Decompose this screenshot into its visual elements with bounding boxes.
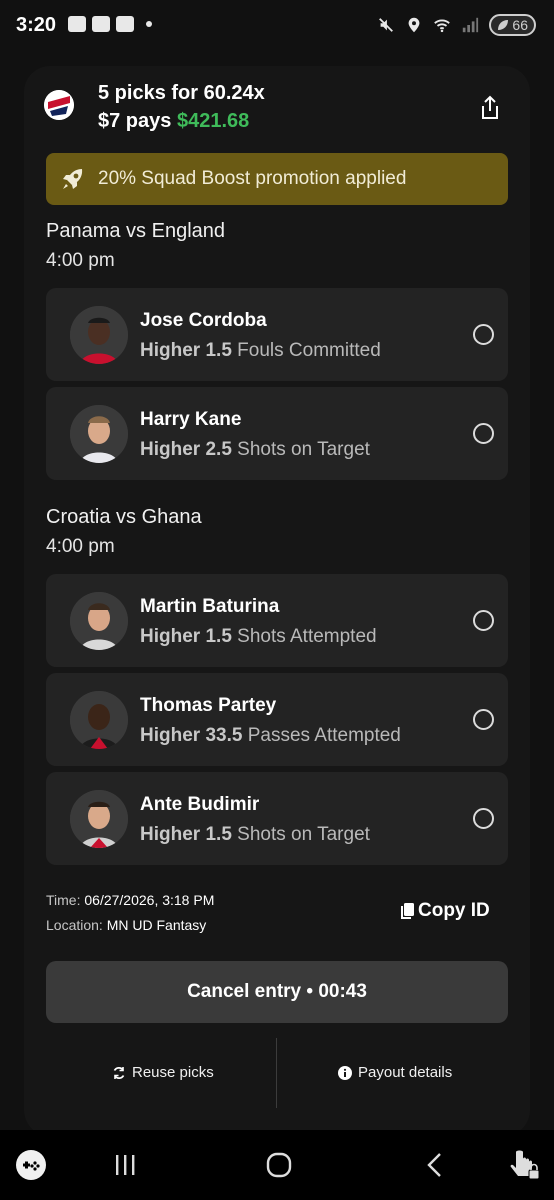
payout-prefix: $7 pays (98, 110, 172, 132)
pick-direction: Higher (140, 725, 201, 746)
player-name: Thomas Partey (140, 695, 277, 716)
status-time: 3:20 (16, 14, 57, 36)
entry-title: 5 picks for 60.24x (98, 82, 265, 104)
player-name: Jose Cordoba (140, 310, 267, 331)
pick-stat: Fouls Committed (237, 340, 381, 361)
location-value: MN UD Fantasy (106, 917, 207, 933)
player-avatar (70, 405, 128, 463)
pick-direction: Higher (140, 626, 201, 647)
more-notifications-icon (146, 21, 152, 27)
player-avatar (70, 790, 128, 848)
share-icon[interactable] (478, 94, 502, 122)
app-notification-icon (92, 16, 110, 32)
wifi-icon (434, 19, 451, 33)
system-navbar (0, 1130, 554, 1200)
copy-icon (401, 902, 414, 919)
entry-time: Time: 06/27/2026, 3:18 PM (46, 888, 214, 913)
payout-amount: $421.68 (176, 110, 250, 132)
pick-stat: Shots on Target (237, 824, 370, 845)
home-icon (266, 1152, 292, 1178)
pick-status-radio[interactable] (473, 610, 494, 631)
rocket-icon (63, 169, 83, 189)
recent-apps-icon (116, 1155, 135, 1175)
pick-line-value: 1.5 (205, 626, 232, 647)
time-value: 06/27/2026, 3:18 PM (84, 892, 215, 908)
reuse-picks-label: Reuse picks (132, 1064, 214, 1081)
leaf-icon (498, 20, 509, 30)
pick-projection: Higher 1.5 Shots Attempted (140, 626, 377, 648)
pick-row[interactable]: Martin Baturina Higher 1.5 Shots Attempt… (46, 574, 508, 667)
match-title: Croatia vs Ghana (46, 506, 202, 528)
pick-direction: Higher (140, 439, 201, 460)
pick-projection: Higher 1.5 Fouls Committed (140, 340, 381, 362)
home-button[interactable] (264, 1148, 294, 1182)
pick-line-value: 1.5 (205, 824, 232, 845)
payout-details-label: Payout details (358, 1064, 453, 1081)
time-label: Time: (46, 892, 81, 908)
system-icons: 66 (377, 14, 536, 36)
pick-row[interactable]: Thomas Partey Higher 33.5 Passes Attempt… (46, 673, 508, 766)
pick-projection: Higher 33.5 Passes Attempted (140, 725, 401, 747)
entry-meta: Time: 06/27/2026, 3:18 PM Location: MN U… (46, 888, 214, 938)
pick-status-radio[interactable] (473, 808, 494, 829)
entry-header: 5 picks for 60.24x $7 pays $421.68 (44, 82, 510, 142)
chat-notification-icon (68, 16, 86, 32)
back-button[interactable] (420, 1148, 450, 1182)
copy-id-label: Copy ID (418, 900, 490, 921)
match-title: Panama vs England (46, 220, 226, 242)
back-icon (427, 1153, 441, 1177)
pick-direction: Higher (140, 340, 201, 361)
pick-projection: Higher 1.5 Shots on Target (140, 824, 370, 846)
entry-card: 5 picks for 60.24x $7 pays $421.68 20% S… (24, 66, 530, 1136)
battery-indicator: 66 (489, 14, 536, 36)
pick-stat: Shots on Target (237, 439, 370, 460)
accessibility-button[interactable] (506, 1148, 542, 1182)
touch-lock-icon (510, 1150, 540, 1180)
entry-location: Location: MN UD Fantasy (46, 913, 214, 938)
footer-divider (276, 1038, 277, 1108)
cancel-entry-button[interactable]: Cancel entry • 00:43 (46, 961, 508, 1023)
location-label: Location: (46, 917, 103, 933)
gamepad-icon (16, 1150, 46, 1180)
player-name: Martin Baturina (140, 596, 280, 617)
player-name: Harry Kane (140, 409, 242, 430)
pick-line-value: 1.5 (205, 340, 232, 361)
pick-projection: Higher 2.5 Shots on Target (140, 439, 370, 461)
location-icon (409, 17, 420, 33)
promo-text: 20% Squad Boost promotion applied (98, 168, 407, 189)
match-time: 4:00 pm (46, 250, 115, 271)
pick-status-radio[interactable] (473, 709, 494, 730)
promo-banner: 20% Squad Boost promotion applied (46, 153, 508, 205)
copy-id-button[interactable]: Copy ID (400, 900, 490, 922)
player-avatar (70, 592, 128, 650)
match-time: 4:00 pm (46, 536, 115, 557)
pick-line-value: 2.5 (205, 439, 232, 460)
pick-direction: Higher (140, 824, 201, 845)
battery-level: 66 (512, 17, 528, 33)
info-icon (338, 1065, 352, 1080)
league-logo-icon (44, 90, 74, 120)
notification-icons (68, 16, 152, 32)
payout-details-button[interactable]: Payout details (338, 1064, 452, 1081)
pick-row[interactable]: Ante Budimir Higher 1.5 Shots on Target (46, 772, 508, 865)
pick-row[interactable]: Jose Cordoba Higher 1.5 Fouls Committed (46, 288, 508, 381)
entry-payout: $7 pays $421.68 (98, 110, 249, 133)
pick-line-value: 33.5 (205, 725, 243, 746)
signal-icon (463, 17, 479, 33)
mute-icon (379, 18, 394, 32)
pick-stat: Shots Attempted (237, 626, 377, 647)
player-name: Ante Budimir (140, 794, 260, 815)
player-avatar (70, 691, 128, 749)
reuse-picks-button[interactable]: Reuse picks (112, 1064, 214, 1081)
player-avatar (70, 306, 128, 364)
pick-stat: Passes Attempted (247, 725, 401, 746)
pick-status-radio[interactable] (473, 423, 494, 444)
refresh-icon (113, 1066, 125, 1079)
wallet-notification-icon (116, 16, 134, 32)
pick-status-radio[interactable] (473, 324, 494, 345)
game-launcher-button[interactable] (14, 1148, 48, 1182)
pick-row[interactable]: Harry Kane Higher 2.5 Shots on Target (46, 387, 508, 480)
recent-apps-button[interactable] (110, 1148, 140, 1182)
status-bar: 3:20 66 (0, 0, 554, 52)
